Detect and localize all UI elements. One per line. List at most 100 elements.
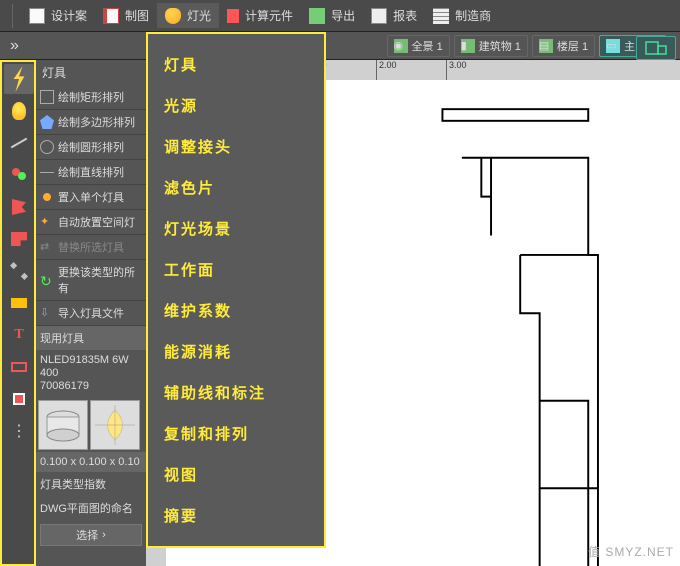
panel-item-poly[interactable]: 绘制多边形排列 bbox=[36, 110, 146, 135]
left-toolbar: T ⋮ bbox=[0, 60, 36, 566]
tool-wrench[interactable] bbox=[4, 256, 34, 286]
ribbon-manufacturer[interactable]: 制造商 bbox=[425, 3, 499, 28]
document-icon bbox=[29, 8, 45, 24]
menu-source[interactable]: 光源 bbox=[164, 85, 308, 126]
more-icon: ⋮ bbox=[11, 421, 27, 441]
panel-item-replace: ⇄替换所选灯具 bbox=[36, 235, 146, 260]
lamp-icon bbox=[165, 8, 181, 24]
select-icon bbox=[13, 393, 25, 405]
current-fixture-header: 现用灯具 bbox=[36, 326, 146, 350]
flag-icon bbox=[12, 199, 26, 215]
calculator-icon bbox=[227, 9, 239, 23]
menu-guides[interactable]: 辅助线和标注 bbox=[164, 372, 308, 413]
thumbnails bbox=[36, 398, 146, 452]
line-icon bbox=[11, 138, 28, 149]
select-button[interactable]: 选择 › bbox=[40, 524, 142, 546]
drafting-icon bbox=[103, 8, 119, 24]
menu-fixture[interactable]: 灯具 bbox=[164, 44, 308, 85]
menu-joint[interactable]: 调整接头 bbox=[164, 126, 308, 167]
context-bar: » ◉ 全景 1 ▮ 建筑物 1 ▤ 楼层 1 ▭ 主卧 ▼ bbox=[0, 32, 680, 60]
menu-summary[interactable]: 摘要 bbox=[164, 495, 308, 536]
menu-workplane[interactable]: 工作面 bbox=[164, 249, 308, 290]
building-icon: ▮ bbox=[461, 39, 475, 53]
ribbon-compute-label: 计算元件 bbox=[245, 7, 293, 24]
fixture-thumb[interactable] bbox=[38, 400, 88, 450]
ribbon-design[interactable]: 设计案 bbox=[21, 3, 95, 28]
side-panel: 灯具 绘制矩形排列 绘制多边形排列 绘制圆形排列 绘制直线排列 置入单个灯具 ✦… bbox=[36, 60, 146, 566]
tool-more[interactable]: ⋮ bbox=[4, 416, 34, 446]
wrench-icon bbox=[10, 262, 28, 280]
panel-item-import[interactable]: ⇩导入灯具文件 bbox=[36, 301, 146, 326]
ribbon-manufacturer-label: 制造商 bbox=[455, 7, 491, 24]
ribbon-lighting[interactable]: 灯光 bbox=[157, 3, 219, 28]
watermark: 值 SMYZ.NET bbox=[588, 543, 674, 560]
single-icon bbox=[43, 193, 51, 201]
rect-icon bbox=[11, 362, 27, 372]
lighting-menu: 灯具 光源 调整接头 滤色片 灯光场景 工作面 维护系数 能源消耗 辅助线和标注… bbox=[146, 32, 326, 548]
room-icon: ▭ bbox=[606, 39, 620, 53]
panorama-icon: ◉ bbox=[394, 39, 408, 53]
ribbon-report-label: 报表 bbox=[393, 7, 417, 24]
context-floor[interactable]: ▤ 楼层 1 bbox=[532, 35, 595, 57]
grid-icon bbox=[433, 8, 449, 24]
panorama-label: 全景 1 bbox=[412, 38, 443, 54]
menu-energy[interactable]: 能源消耗 bbox=[164, 331, 308, 372]
ribbon-design-label: 设计案 bbox=[51, 7, 87, 24]
panel-item-replace-all[interactable]: ↻更换该类型的所有 bbox=[36, 260, 146, 301]
poly-array-icon bbox=[40, 115, 54, 129]
photometric-thumb[interactable] bbox=[90, 400, 140, 450]
panel-item-line[interactable]: 绘制直线排列 bbox=[36, 160, 146, 185]
floor-icon: ▤ bbox=[539, 39, 553, 53]
context-building[interactable]: ▮ 建筑物 1 bbox=[454, 35, 528, 57]
panel-item-circle[interactable]: 绘制圆形排列 bbox=[36, 135, 146, 160]
rect-array-icon bbox=[40, 90, 54, 104]
tool-flag[interactable] bbox=[4, 192, 34, 222]
menu-copy[interactable]: 复制和排列 bbox=[164, 413, 308, 454]
menu-filter[interactable]: 滤色片 bbox=[164, 167, 308, 208]
panel-item-single[interactable]: 置入单个灯具 bbox=[36, 185, 146, 210]
photometric-icon bbox=[95, 405, 135, 445]
auto-icon: ✦ bbox=[40, 215, 54, 229]
tool-line[interactable] bbox=[4, 128, 34, 158]
tool-select[interactable] bbox=[4, 384, 34, 414]
panel-item-auto[interactable]: ✦自动放置空间灯 bbox=[36, 210, 146, 235]
floorplan-icon bbox=[645, 41, 667, 55]
menu-view[interactable]: 视图 bbox=[164, 454, 308, 495]
type-index-label: 灯具类型指数 bbox=[36, 472, 146, 496]
downlight-icon bbox=[43, 405, 83, 445]
ribbon-compute[interactable]: 计算元件 bbox=[219, 3, 301, 28]
ribbon-lighting-label: 灯光 bbox=[187, 7, 211, 24]
view-tool[interactable] bbox=[636, 36, 676, 60]
ribbon-drafting[interactable]: 制图 bbox=[95, 3, 157, 28]
circles-icon bbox=[10, 166, 28, 184]
tool-circles[interactable] bbox=[4, 160, 34, 190]
export-icon bbox=[309, 8, 325, 24]
circle-array-icon bbox=[40, 140, 54, 154]
tool-ruler[interactable] bbox=[4, 288, 34, 318]
chevron-right-icon: › bbox=[102, 529, 106, 541]
refresh-icon: ↻ bbox=[40, 273, 54, 287]
expand-icon[interactable]: » bbox=[4, 37, 25, 55]
report-icon bbox=[371, 8, 387, 24]
shape-icon bbox=[11, 232, 27, 246]
replace-icon: ⇄ bbox=[40, 240, 54, 254]
flashlight-icon bbox=[10, 66, 28, 92]
tool-flash[interactable] bbox=[4, 64, 34, 94]
menu-scene[interactable]: 灯光场景 bbox=[164, 208, 308, 249]
tool-rect[interactable] bbox=[4, 352, 34, 382]
line-array-icon bbox=[40, 165, 54, 179]
ruler-icon bbox=[11, 298, 27, 308]
top-ribbon: 设计案 制图 灯光 计算元件 导出 报表 制造商 bbox=[0, 0, 680, 32]
tool-shape[interactable] bbox=[4, 224, 34, 254]
bulb-icon bbox=[12, 102, 26, 120]
tool-text[interactable]: T bbox=[4, 320, 34, 350]
building-label: 建筑物 1 bbox=[479, 38, 521, 54]
product-name: NLED91835M 6W 400 70086179 bbox=[36, 350, 146, 398]
ribbon-export[interactable]: 导出 bbox=[301, 3, 363, 28]
menu-maintenance[interactable]: 维护系数 bbox=[164, 290, 308, 331]
tool-bulb[interactable] bbox=[4, 96, 34, 126]
context-panorama[interactable]: ◉ 全景 1 bbox=[387, 35, 450, 57]
text-icon: T bbox=[11, 327, 27, 343]
panel-item-rect[interactable]: 绘制矩形排列 bbox=[36, 85, 146, 110]
ribbon-report[interactable]: 报表 bbox=[363, 3, 425, 28]
